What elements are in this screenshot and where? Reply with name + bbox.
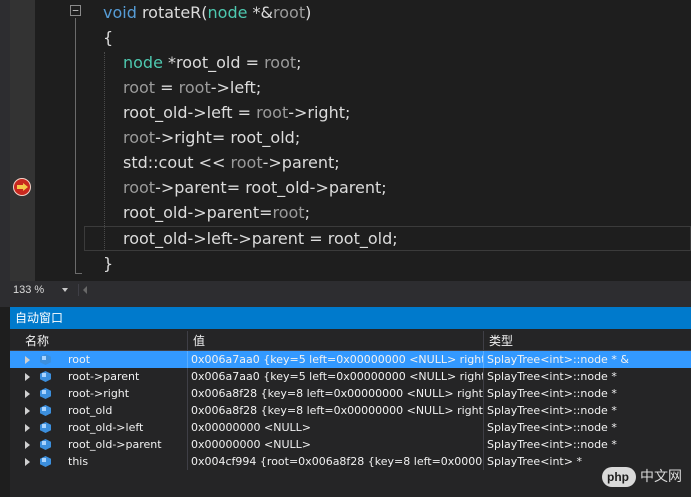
code-token: ->parent; [262, 153, 340, 172]
column-header-name[interactable]: 名称 [20, 331, 188, 351]
code-token: root [272, 203, 305, 222]
code-token: rotateR( [141, 3, 208, 22]
code-line[interactable]: root->parent= root_old->parent; [103, 175, 387, 200]
autos-row-name: root_old->parent [20, 436, 188, 453]
code-token: root_old->parent= [123, 203, 273, 222]
code-token: root [256, 103, 289, 122]
autos-row-value[interactable]: 0x006a7aa0 {key=5 left=0x00000000 <NULL>… [188, 368, 484, 385]
code-token: node [123, 53, 163, 72]
autos-row-name: root [20, 351, 188, 368]
code-token: root [123, 128, 156, 147]
code-token: ->parent= root_old->parent; [155, 178, 387, 197]
autos-row-name: root_old [20, 402, 188, 419]
code-token: root [123, 78, 156, 97]
autos-row-type: SplayTree<int>::node * [487, 438, 617, 451]
scroll-left-icon[interactable] [83, 286, 87, 294]
code-token: ; [296, 53, 302, 72]
zoom-level-dropdown[interactable]: 133 % [10, 282, 71, 298]
autos-row-value[interactable]: 0x006a8f28 {key=8 left=0x00000000 <NULL>… [188, 402, 484, 419]
code-line[interactable]: root->right= root_old; [103, 125, 300, 150]
code-token: *root_old = [162, 53, 265, 72]
code-token: } [103, 254, 114, 273]
watermark: php 中文网 [602, 465, 686, 489]
code-line[interactable]: std::cout << root->parent; [103, 150, 340, 175]
breakpoint-margin[interactable] [10, 0, 35, 281]
code-line[interactable]: node *root_old = root; [103, 50, 302, 75]
autos-row-type: SplayTree<int>::node * [487, 404, 617, 417]
autos-row-type: SplayTree<int>::node * [487, 370, 617, 383]
editor-zoom-bar: 133 % [0, 281, 691, 299]
code-token: root [178, 78, 211, 97]
code-token: root [264, 53, 297, 72]
autos-row-value[interactable]: 0x006a7aa0 {key=5 left=0x00000000 <NULL>… [188, 351, 484, 368]
code-token: node [207, 3, 248, 22]
autos-row-value[interactable]: 0x00000000 <NULL> [188, 419, 484, 436]
code-token: ->right; [288, 103, 351, 122]
watermark-text: 中文网 [640, 469, 682, 485]
autos-row-name: this [20, 453, 188, 470]
autos-row[interactable]: root_old->left 0x00000000 <NULL> SplayTree… [10, 419, 691, 436]
autos-row-name: root->right [20, 385, 188, 402]
code-token: = [155, 78, 179, 97]
code-line[interactable]: } [103, 251, 113, 276]
code-token: root [273, 3, 306, 22]
autos-row-value[interactable]: 0x00000000 <NULL> [188, 436, 484, 453]
code-line[interactable]: root_old->left->parent = root_old; [103, 226, 398, 251]
autos-row-value[interactable]: 0x006a8f28 {key=8 left=0x00000000 <NULL>… [188, 385, 484, 402]
code-token: *& [247, 3, 274, 22]
horizontal-scrollbar[interactable] [78, 284, 691, 296]
collapse-icon[interactable]: − [70, 5, 81, 16]
outline-line [75, 18, 76, 274]
code-line[interactable]: root = root->left; [103, 75, 261, 100]
code-token: root [230, 153, 263, 172]
autos-row[interactable]: root->right 0x006a8f28 {key=8 left=0x0000… [10, 385, 691, 402]
autos-row-name: root->parent [20, 368, 188, 385]
code-token: root [123, 178, 156, 197]
autos-row-name: root_old->left [20, 419, 188, 436]
code-token: ; [304, 203, 310, 222]
code-token: ) [305, 3, 312, 22]
autos-row[interactable]: root->parent 0x006a7aa0 {key=5 left=0x000… [10, 368, 691, 385]
code-token: ->right= root_old; [155, 128, 301, 147]
code-line[interactable]: root_old->left = root->right; [103, 100, 350, 125]
autos-row[interactable]: root_old->parent 0x00000000 <NULL> SplayTr… [10, 436, 691, 453]
chevron-down-icon[interactable] [62, 288, 68, 292]
code-editor[interactable]: − void rotateR(node *&root){node *root_o… [0, 0, 691, 281]
autos-row[interactable]: root_old 0x006a8f28 {key=8 left=0x0000000… [10, 402, 691, 419]
code-line[interactable]: void rotateR(node *&root) [103, 0, 311, 25]
php-logo: php [602, 467, 636, 487]
autos-row[interactable]: root 0x006a7aa0 {key=5 left=0x00000000 <N… [10, 351, 691, 368]
code-token: { [103, 28, 114, 47]
autos-row[interactable]: this 0x004cf994 {root=0x006a8f28 {key=8 l… [10, 453, 691, 470]
autos-row-type: SplayTree<int>::node * [487, 421, 617, 434]
code-token: root_old->left->parent = root_old; [123, 229, 398, 248]
current-statement-breakpoint-icon[interactable] [13, 178, 31, 196]
column-header-value[interactable]: 值 [188, 331, 484, 351]
code-line[interactable]: { [103, 25, 113, 50]
column-header-type[interactable]: 类型 [484, 331, 691, 351]
code-token: void [103, 3, 142, 22]
panel-separator [0, 299, 691, 307]
zoom-level-value: 133 % [13, 284, 45, 296]
autos-row-type: SplayTree<int>::node * & [487, 353, 629, 366]
code-token: std::cout << [123, 153, 231, 172]
editor-left-strip [0, 0, 10, 281]
autos-column-header: 名称 值 类型 [10, 331, 691, 351]
code-token: root_old->left = [123, 103, 257, 122]
autos-window-title[interactable]: 自动窗口 [10, 307, 691, 329]
outline-end-tick [75, 273, 82, 274]
code-line[interactable]: root_old->parent=root; [103, 200, 310, 225]
autos-row-value[interactable]: 0x004cf994 {root=0x006a8f28 {key=8 left=… [188, 453, 484, 470]
autos-row-type: SplayTree<int>::node * [487, 387, 617, 400]
autos-window: 自动窗口 名称 值 类型 root 0x006a7aa0 {key=5 left=… [10, 307, 691, 497]
code-token: ->left; [210, 78, 262, 97]
